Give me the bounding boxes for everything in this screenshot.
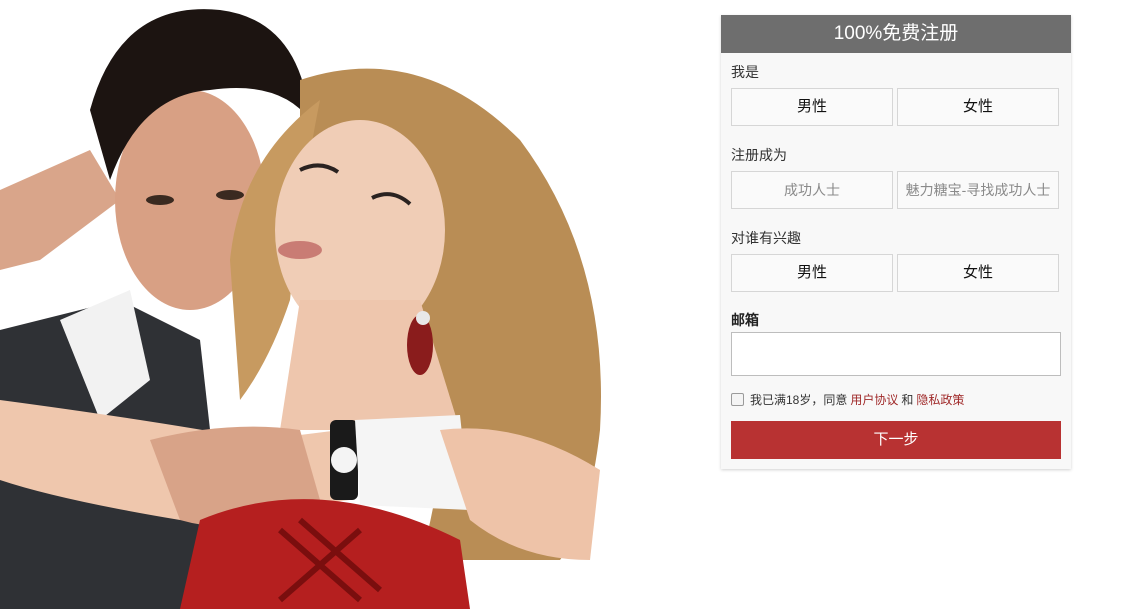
couple-illustration	[0, 0, 610, 609]
register-as-label: 注册成为	[731, 147, 787, 163]
privacy-policy-link[interactable]: 隐私政策	[916, 391, 964, 408]
agreement-row: 我已满18岁，同意 用户协议 和 隐私政策	[731, 391, 967, 408]
form-header: 100%免费注册	[721, 15, 1071, 53]
hero-couple-photo	[0, 0, 610, 609]
iam-female-button[interactable]: 女性	[897, 88, 1059, 126]
interested-in-label: 对谁有兴趣	[731, 230, 801, 246]
register-as-options: 成功人士 魅力糖宝-寻找成功人士	[731, 171, 1059, 209]
user-agreement-link[interactable]: 用户协议	[850, 391, 898, 408]
agreement-checkbox[interactable]	[731, 393, 744, 406]
agreement-and: 和	[901, 393, 914, 407]
registration-form: 100%免费注册 我是 男性 女性 注册成为 成功人士 魅力糖宝-寻找成功人士 …	[721, 15, 1071, 469]
iam-options: 男性 女性	[731, 88, 1059, 126]
next-step-button[interactable]: 下一步	[731, 421, 1061, 459]
email-label: 邮箱	[731, 312, 759, 328]
interested-male-button[interactable]: 男性	[731, 254, 893, 292]
email-input[interactable]	[731, 332, 1061, 376]
iam-male-button[interactable]: 男性	[731, 88, 893, 126]
register-as-successful-button[interactable]: 成功人士	[731, 171, 893, 209]
register-as-sugar-baby-button[interactable]: 魅力糖宝-寻找成功人士	[897, 171, 1059, 209]
agreement-prefix: 我已满18岁，同意	[750, 393, 848, 407]
interested-in-options: 男性 女性	[731, 254, 1059, 292]
interested-female-button[interactable]: 女性	[897, 254, 1059, 292]
iam-label: 我是	[731, 64, 759, 80]
